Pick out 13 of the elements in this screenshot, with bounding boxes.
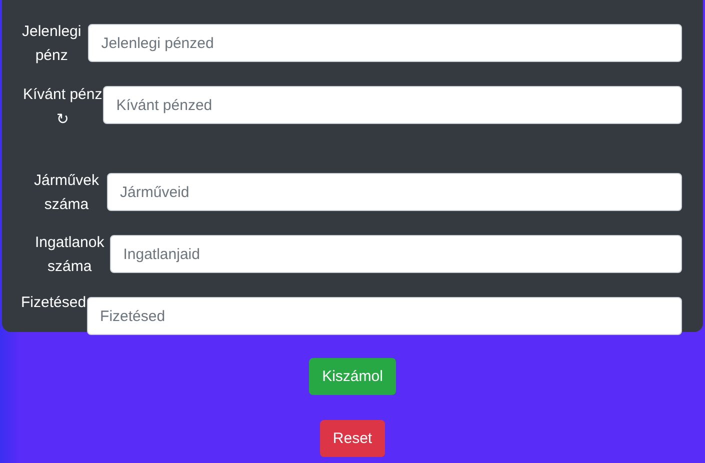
input-field[interactable]: Járműveid (107, 173, 682, 211)
field-label: Jelenlegi pénz (22, 22, 82, 66)
field-label: Járművek száma (34, 171, 100, 215)
field-label: Ingatlanok száma (35, 233, 104, 277)
calculate-button[interactable]: Kiszámol (309, 358, 396, 395)
refresh-icon[interactable]: ↻ (56, 107, 69, 131)
input-field[interactable]: Fizetésed (87, 297, 682, 335)
field-label: Fizetésed (21, 293, 86, 313)
input-field[interactable]: Ingatlanjaid (110, 235, 682, 273)
field-label: Kívánt pénz (23, 85, 102, 105)
input-field[interactable]: Kívánt pénzed (103, 86, 682, 124)
input-field[interactable]: Jelenlegi pénzed (88, 24, 682, 62)
reset-button[interactable]: Reset (320, 420, 386, 457)
